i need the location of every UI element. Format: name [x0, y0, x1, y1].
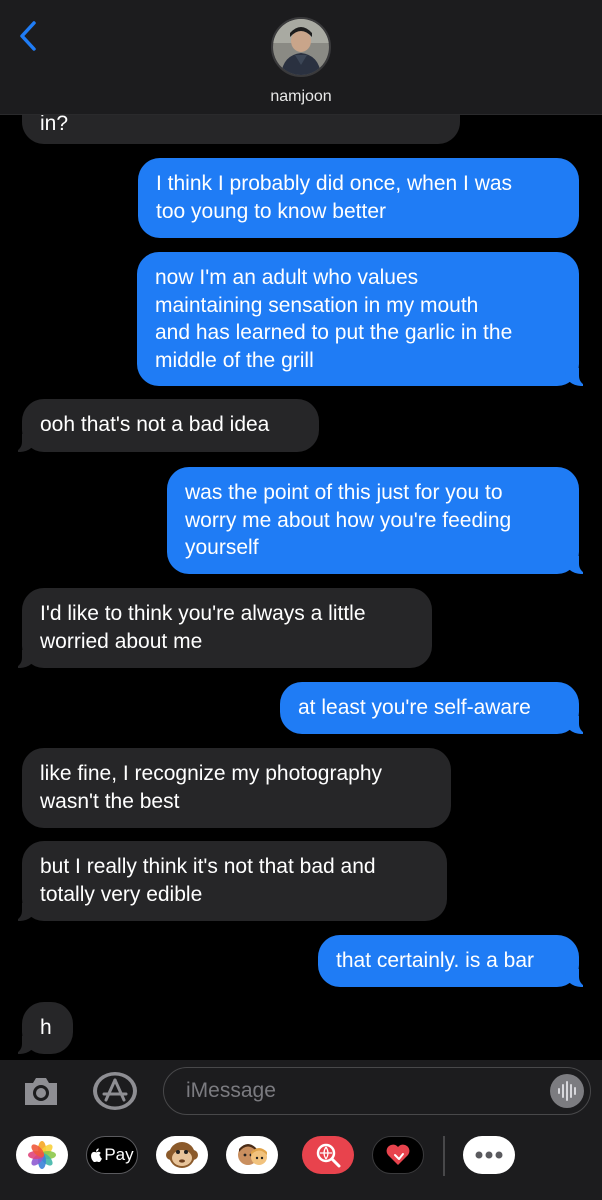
camera-button[interactable] — [22, 1074, 60, 1108]
message-text: at least you're self-aware — [298, 696, 531, 719]
digital-touch-app[interactable] — [372, 1136, 424, 1174]
chevron-left-icon — [20, 21, 36, 51]
drawer-divider — [443, 1136, 445, 1176]
message-text: I'd like to think you're always a little… — [40, 602, 366, 653]
message-outgoing[interactable]: I think I probably did once, when I was … — [138, 158, 579, 238]
waveform-icon — [558, 1081, 576, 1101]
message-incoming[interactable]: like fine, I recognize my photography wa… — [22, 748, 451, 828]
more-icon — [475, 1151, 503, 1159]
message-outgoing[interactable]: now I'm an adult who values maintaining … — [137, 252, 589, 386]
message-text: ooh that's not a bad idea — [40, 413, 270, 436]
audio-message-button[interactable] — [550, 1074, 584, 1108]
message-text: h — [40, 1016, 52, 1039]
message-outgoing[interactable]: was the point of this just for you to wo… — [167, 467, 589, 574]
digital-touch-icon — [386, 1144, 410, 1165]
message-outgoing[interactable]: that certainly. is a bar — [318, 935, 589, 987]
web-search-icon — [316, 1143, 341, 1168]
message-text: that certainly. is a bar — [336, 949, 535, 972]
photos-app[interactable] — [16, 1136, 68, 1174]
avatar-photo — [273, 19, 329, 75]
message-text: like fine, I recognize my photography wa… — [40, 762, 383, 813]
compose-bar: iMessage — [0, 1060, 602, 1122]
contact-avatar[interactable] — [271, 17, 331, 77]
message-input-placeholder: iMessage — [186, 1079, 276, 1102]
apple-logo-icon — [91, 1148, 103, 1162]
message-input[interactable]: iMessage — [163, 1067, 591, 1115]
more-apps-button[interactable] — [463, 1136, 515, 1174]
photos-icon — [28, 1141, 56, 1169]
message-text: I think I probably did once, when I was … — [156, 172, 513, 223]
message-outgoing[interactable]: at least you're self-aware — [280, 682, 589, 734]
message-text: but I really think it's not that bad and… — [40, 855, 376, 906]
app-store-icon — [93, 1072, 137, 1110]
apple-pay-app[interactable]: Pay — [86, 1136, 138, 1174]
message-incoming[interactable]: h — [12, 1002, 73, 1054]
memoji-icon — [238, 1144, 267, 1165]
animoji-app[interactable] — [156, 1136, 208, 1174]
message-text: was the point of this just for you to wo… — [185, 481, 512, 559]
memoji-app[interactable] — [226, 1136, 278, 1174]
message-text: in? — [40, 112, 69, 135]
imessage-app-drawer: Pay — [0, 1122, 602, 1200]
conversation-header: namjoon — [0, 0, 602, 115]
message-list[interactable]: in? I think I probably did once, when I … — [0, 0, 602, 1060]
contact-name[interactable]: namjoon — [0, 88, 602, 106]
camera-icon — [25, 1078, 57, 1105]
message-incoming[interactable]: I'd like to think you're always a little… — [12, 588, 432, 668]
web-search-app[interactable] — [302, 1136, 354, 1174]
apple-pay-label: Pay — [104, 1145, 134, 1164]
app-store-button[interactable] — [92, 1071, 138, 1111]
message-text: now I'm an adult who values maintaining … — [155, 266, 513, 372]
message-incoming[interactable]: but I really think it's not that bad and… — [12, 841, 447, 921]
back-button[interactable] — [14, 18, 44, 54]
monkey-memoji-icon — [166, 1142, 198, 1168]
message-incoming[interactable]: ooh that's not a bad idea — [12, 399, 319, 452]
